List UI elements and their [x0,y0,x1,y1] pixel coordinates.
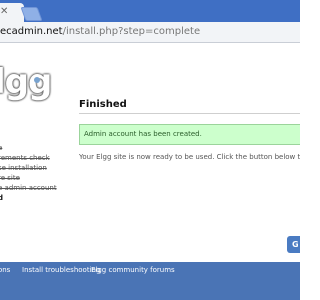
browser-toolbar: ecadmin.net/install.php?step=complete [0,22,300,43]
close-tab-icon[interactable]: ✕ [0,6,8,17]
step-requirements-check: rements check [0,154,50,162]
footer-link-instructions[interactable]: ions [0,266,10,274]
step-finished: d [0,194,4,202]
footer-link-community-forums[interactable]: Elgg community forums [91,266,175,274]
go-to-site-button[interactable]: G [287,236,300,253]
address-bar[interactable]: ecadmin.net/install.php?step=complete [0,22,300,41]
logo-dot-icon [34,77,40,83]
success-message: Admin account has been created. [79,124,300,145]
installer-page: lgg e rements check se installation re s… [0,43,300,262]
page-title: Finished [79,99,300,114]
elgg-logo: lgg [0,62,52,102]
finished-description: Your Elgg site is now ready to be used. … [79,153,300,161]
browser-tabstrip: ✕ [0,0,300,22]
step-create-admin-account: e admin account [0,184,57,192]
browser-tab[interactable]: ✕ [0,3,24,22]
step-configure-site: re site [0,174,20,182]
url-path: /install.php?step=complete [62,26,201,37]
step-welcome: e [0,144,3,152]
step-database-installation: se installation [0,164,47,172]
url-host: ecadmin.net [0,26,63,37]
install-steps-list: e rements check se installation re site … [0,143,57,203]
footer: ions Install troubleshooting Elgg commun… [0,262,300,300]
footer-link-install-troubleshooting[interactable]: Install troubleshooting [22,266,100,274]
